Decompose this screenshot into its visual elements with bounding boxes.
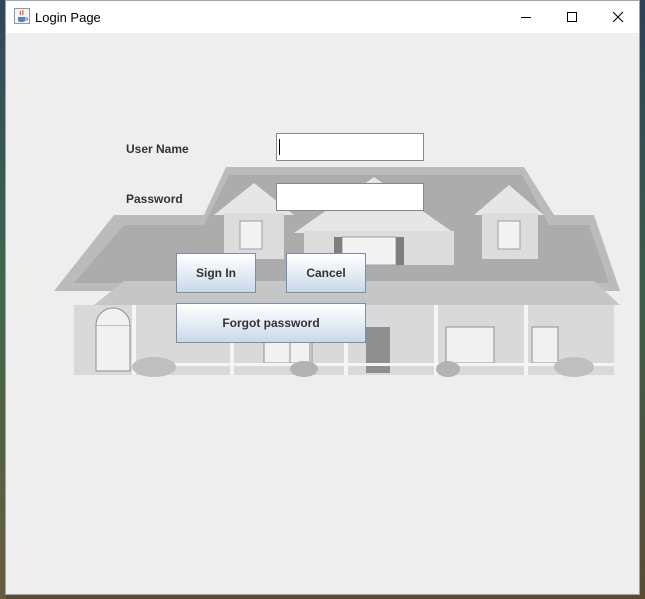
close-icon — [612, 11, 624, 23]
close-button[interactable] — [595, 1, 641, 33]
text-caret — [279, 139, 280, 155]
window-title: Login Page — [35, 10, 101, 25]
username-input[interactable] — [276, 133, 424, 161]
password-label: Password — [126, 192, 183, 206]
content-pane: User Name Password Sign In Cancel Forgot… — [6, 33, 639, 594]
login-window: Login Page User Name Password Sign In Ca… — [5, 0, 640, 595]
java-cup-icon — [14, 8, 30, 24]
sign-in-button[interactable]: Sign In — [176, 253, 256, 293]
cancel-button[interactable]: Cancel — [286, 253, 366, 293]
minimize-button[interactable] — [503, 1, 549, 33]
minimize-icon — [521, 17, 531, 18]
username-label: User Name — [126, 142, 189, 156]
maximize-button[interactable] — [549, 1, 595, 33]
password-input[interactable] — [276, 183, 424, 211]
maximize-icon — [567, 12, 577, 22]
title-bar[interactable]: Login Page — [6, 1, 639, 33]
forgot-password-button[interactable]: Forgot password — [176, 303, 366, 343]
